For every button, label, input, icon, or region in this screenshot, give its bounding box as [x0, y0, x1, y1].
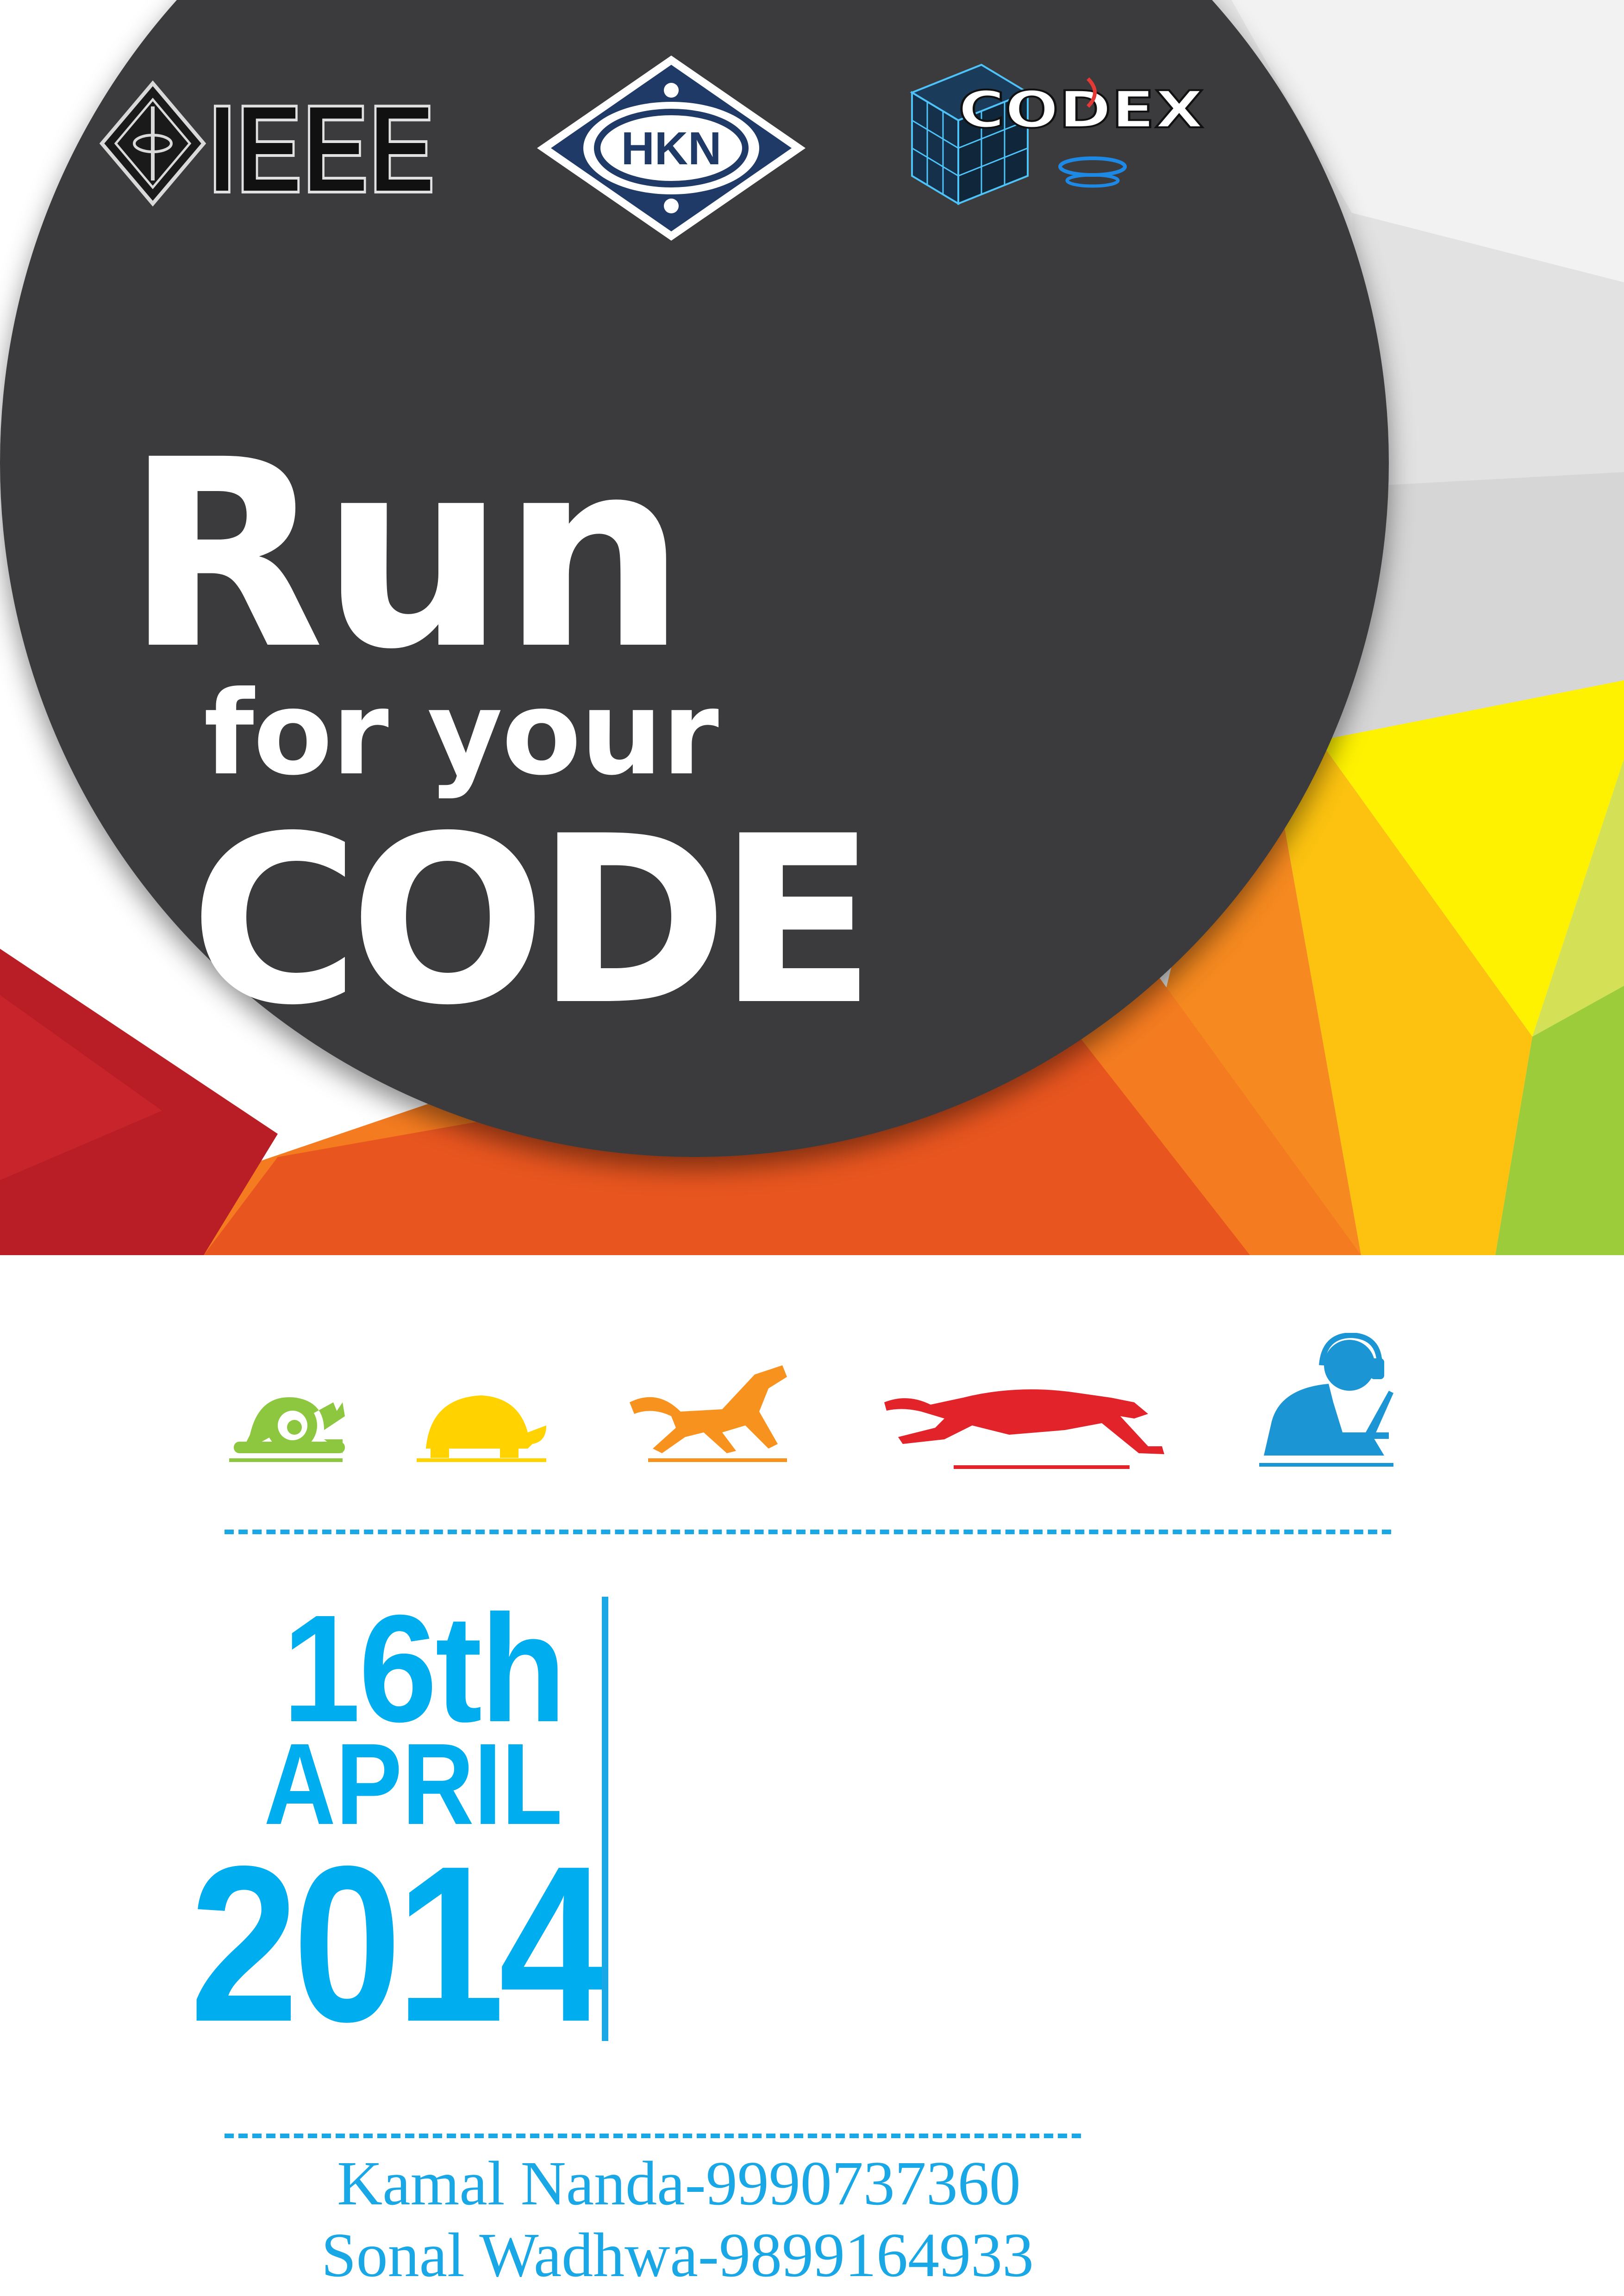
hkn-logo: HKN	[537, 56, 806, 241]
snail-icon	[229, 1397, 345, 1462]
speed-icons-row	[229, 1333, 1393, 1469]
contact-kamal-nanda: Kamal Nanda-9990737360	[337, 2149, 1021, 2218]
date-year: 2014	[190, 1819, 608, 2068]
codex-logo: CODEX	[910, 63, 1205, 205]
headline-run: Run	[125, 404, 687, 706]
codex-logo-text: CODEX	[958, 80, 1204, 139]
horse-icon	[630, 1365, 787, 1462]
hkn-logo-text: HKN	[621, 123, 722, 174]
contact-sonal-wadhwa: Sonal Wadhwa-9899164933	[321, 2221, 1034, 2290]
dashed-divider-top	[225, 1530, 1391, 1534]
ieee-diamond-icon	[99, 80, 206, 207]
cheetah-icon	[884, 1389, 1164, 1469]
turtle-icon	[417, 1395, 546, 1462]
ieee-logo-text: IEEE	[208, 80, 435, 213]
poster: IEEE HKN CODEX Run for your CODE 16th AP…	[0, 0, 1624, 2296]
coder-with-laptop-icon	[1259, 1333, 1393, 1467]
dashed-divider-bottom	[225, 2134, 1081, 2138]
headline-for-your: for your	[204, 666, 719, 801]
headline-code: CODE	[190, 786, 876, 1056]
ieee-logo: IEEE	[99, 78, 437, 213]
date-vertical-divider	[602, 1597, 608, 2041]
